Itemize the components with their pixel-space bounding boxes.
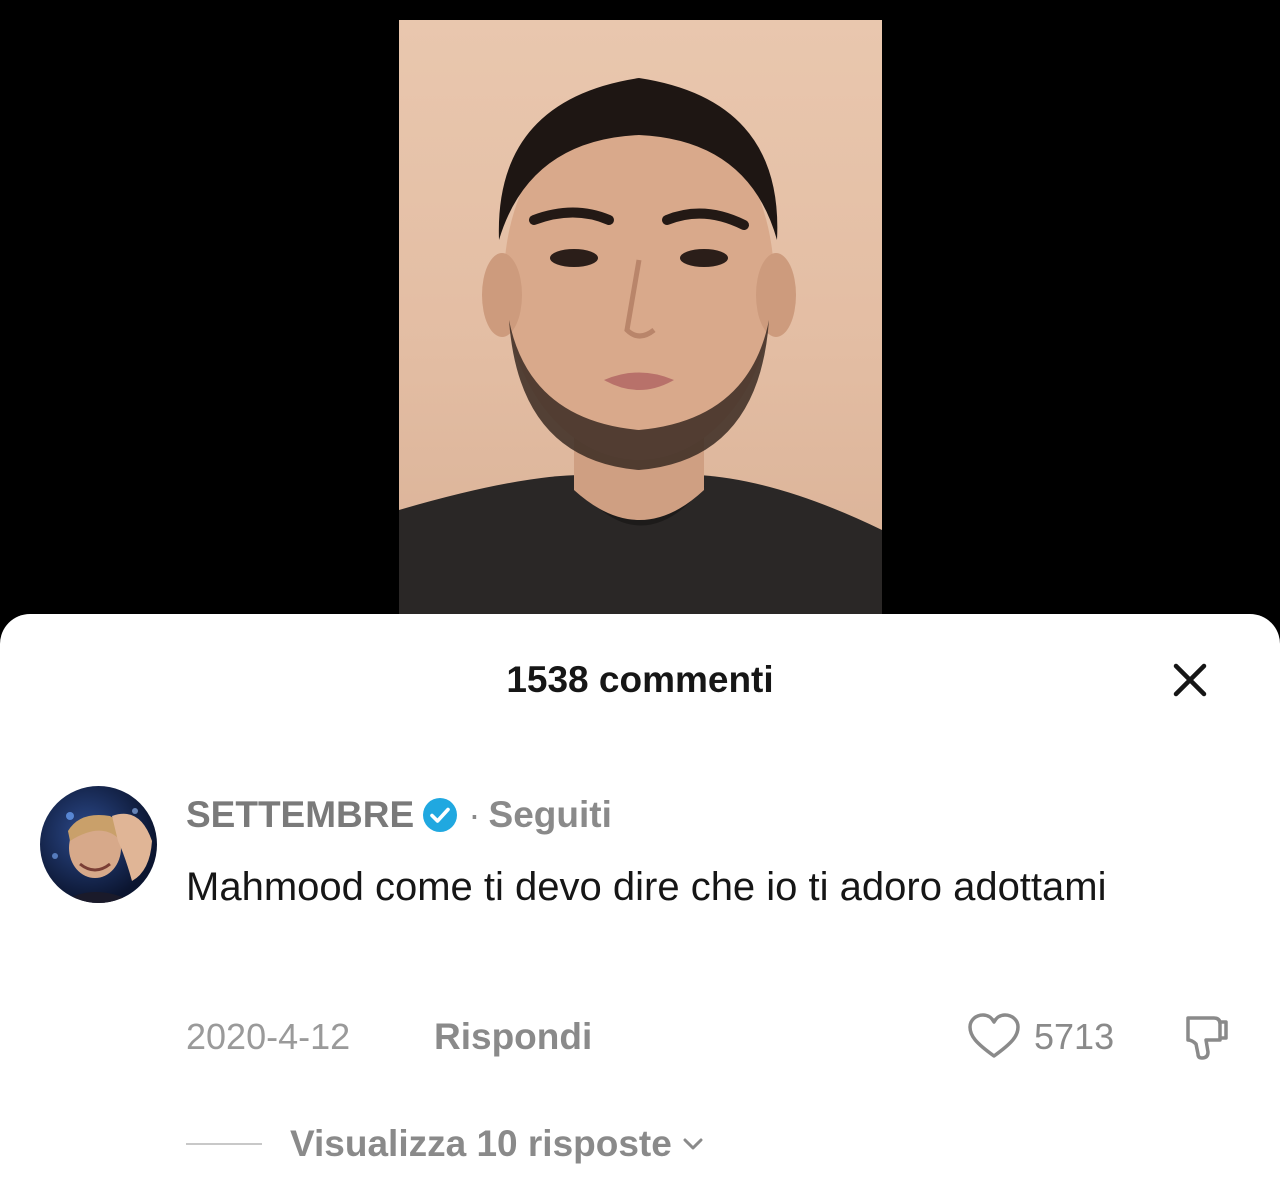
separator-dot: · [468, 794, 481, 835]
comment-text: Mahmood come ti devo dire che io ti ador… [186, 865, 1107, 909]
comment-date: 2020-4-12 [186, 1016, 351, 1057]
like-count: 5713 [1034, 1016, 1115, 1057]
comment-username[interactable]: SETTEMBRE [186, 794, 414, 836]
video-frame[interactable] [399, 20, 882, 620]
chevron-down-icon [678, 1129, 708, 1159]
video-person-image [399, 78, 882, 620]
comments-count-title: 1538 commenti [506, 659, 774, 700]
verified-badge-icon [422, 797, 458, 833]
thumbs-down-icon [1186, 1016, 1228, 1060]
comment-meta-row: 2020-4-12 Rispondi 5713 [186, 1012, 1246, 1062]
close-button[interactable] [1168, 658, 1212, 702]
comments-sheet: 1538 commenti SETTEMBRE · Seguiti Mahmoo… [0, 614, 1280, 1200]
avatar[interactable] [40, 786, 157, 903]
comment-item: SETTEMBRE · Seguiti Mahmood come ti devo… [0, 784, 1280, 1184]
app-screen: 1538 commenti SETTEMBRE · Seguiti Mahmoo… [0, 0, 1280, 1200]
reply-button[interactable]: Rispondi [434, 1012, 592, 1062]
dislike-button[interactable] [1176, 1012, 1232, 1062]
avatar-image [52, 808, 152, 903]
close-icon [1173, 663, 1207, 697]
replies-divider-line [186, 1143, 262, 1145]
follow-status: Seguiti [488, 794, 612, 835]
heart-icon [968, 1013, 1020, 1058]
comment-author-line: SETTEMBRE · Seguiti [186, 792, 612, 838]
view-replies-button[interactable]: Visualizza 10 risposte [186, 1119, 708, 1169]
view-replies-label: Visualizza 10 risposte [290, 1123, 672, 1164]
comments-header: 1538 commenti [0, 658, 1280, 702]
like-button[interactable]: 5713 [966, 1012, 1114, 1062]
